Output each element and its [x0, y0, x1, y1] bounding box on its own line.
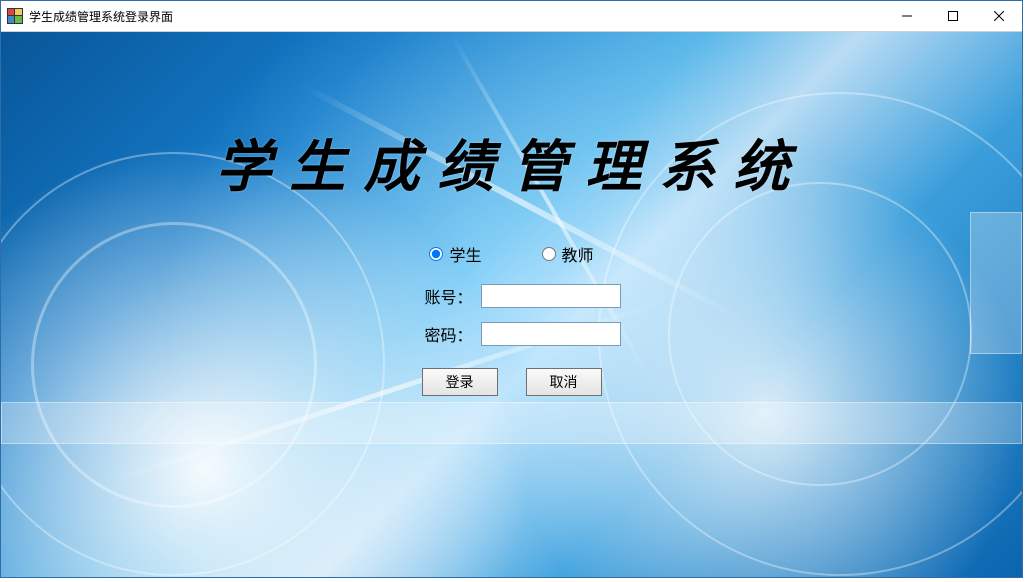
role-teacher-option[interactable]: 教师	[542, 242, 594, 266]
account-input[interactable]	[481, 284, 621, 308]
decor-ring	[31, 222, 317, 508]
password-input[interactable]	[481, 322, 621, 346]
decor-bar	[970, 212, 1022, 354]
cancel-button[interactable]: 取消	[526, 368, 602, 396]
role-student-label: 学生	[449, 242, 481, 266]
role-radio-group: 学生 教师	[332, 242, 692, 266]
button-row: 登录 取消	[332, 368, 692, 396]
maximize-button[interactable]	[930, 1, 976, 31]
password-label: 密码：	[403, 322, 473, 346]
password-field: 密码：	[332, 322, 692, 346]
minimize-button[interactable]	[884, 1, 930, 31]
decor-bar	[1, 402, 1022, 444]
role-student-radio[interactable]	[429, 247, 443, 261]
app-icon	[7, 8, 23, 24]
window-title: 学生成绩管理系统登录界面	[29, 8, 173, 25]
titlebar: 学生成绩管理系统登录界面	[1, 1, 1022, 32]
role-teacher-radio[interactable]	[542, 247, 556, 261]
login-form: 学生 教师 账号： 密码： 登录 取消	[332, 242, 692, 396]
app-heading: 学生成绩管理系统	[1, 122, 1022, 203]
login-button[interactable]: 登录	[422, 368, 498, 396]
account-field: 账号：	[332, 284, 692, 308]
role-student-option[interactable]: 学生	[429, 242, 481, 266]
role-teacher-label: 教师	[562, 242, 594, 266]
app-window: 学生成绩管理系统登录界面 学生成绩管理系统 学生	[0, 0, 1023, 578]
close-button[interactable]	[976, 1, 1022, 31]
account-label: 账号：	[403, 284, 473, 308]
client-area: 学生成绩管理系统 学生 教师 账号： 密码：	[1, 32, 1022, 577]
